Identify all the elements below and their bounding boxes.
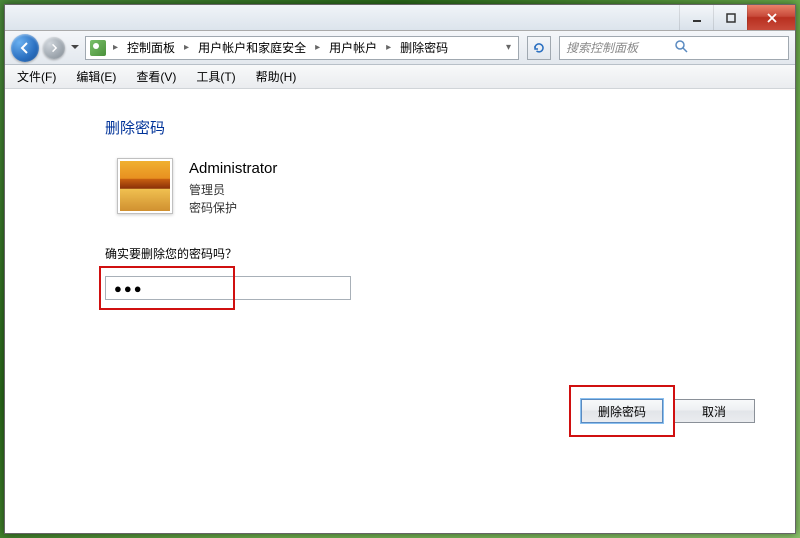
user-section: Administrator 管理员 密码保护	[117, 158, 755, 217]
nav-forward-button[interactable]	[43, 37, 65, 59]
user-password-status: 密码保护	[189, 199, 277, 217]
menubar: 文件(F) 编辑(E) 查看(V) 工具(T) 帮助(H)	[5, 65, 795, 89]
menu-file[interactable]: 文件(F)	[13, 66, 60, 87]
menu-edit[interactable]: 编辑(E)	[72, 66, 120, 87]
delete-password-button[interactable]: 删除密码	[581, 399, 663, 423]
titlebar	[5, 5, 795, 31]
menu-tools[interactable]: 工具(T)	[192, 66, 239, 87]
window-frame: ▸ 控制面板 ▸ 用户帐户和家庭安全 ▸ 用户帐户 ▸ 删除密码 ▾ 搜索控制面…	[4, 4, 796, 534]
search-icon	[674, 39, 782, 56]
button-row: 删除密码 取消	[581, 399, 755, 423]
user-role: 管理员	[189, 181, 277, 199]
minimize-button[interactable]	[679, 5, 713, 30]
maximize-button[interactable]	[713, 5, 747, 30]
page-title: 删除密码	[105, 117, 755, 138]
nav-back-button[interactable]	[11, 34, 39, 62]
prompt-text: 确实要删除您的密码吗？	[105, 245, 755, 262]
nav-history-dropdown[interactable]	[69, 35, 81, 61]
menu-help[interactable]: 帮助(H)	[252, 66, 301, 87]
menu-view[interactable]: 查看(V)	[132, 66, 180, 87]
address-dropdown-icon[interactable]: ▾	[503, 42, 514, 53]
breadcrumb-separator: ▸	[312, 42, 323, 53]
search-placeholder: 搜索控制面板	[566, 39, 674, 56]
control-panel-icon	[90, 40, 106, 56]
avatar	[117, 158, 173, 214]
content-area: 删除密码 Administrator 管理员 密码保护 确实要删除您的密码吗？ …	[5, 89, 795, 533]
navbar: ▸ 控制面板 ▸ 用户帐户和家庭安全 ▸ 用户帐户 ▸ 删除密码 ▾ 搜索控制面…	[5, 31, 795, 65]
user-info: Administrator 管理员 密码保护	[189, 158, 277, 217]
breadcrumb-control-panel[interactable]: 控制面板	[125, 39, 177, 56]
avatar-image	[120, 161, 170, 211]
breadcrumb-separator: ▸	[181, 42, 192, 53]
refresh-button[interactable]	[527, 36, 551, 60]
breadcrumb-separator: ▸	[110, 42, 121, 53]
user-name: Administrator	[189, 160, 277, 177]
breadcrumb-user-accounts[interactable]: 用户帐户	[327, 39, 379, 56]
address-bar[interactable]: ▸ 控制面板 ▸ 用户帐户和家庭安全 ▸ 用户帐户 ▸ 删除密码 ▾	[85, 36, 519, 60]
password-row	[105, 276, 755, 300]
breadcrumb-user-accounts-family[interactable]: 用户帐户和家庭安全	[196, 39, 308, 56]
close-button[interactable]	[747, 5, 795, 30]
window-controls	[679, 5, 795, 30]
password-input[interactable]	[105, 276, 351, 300]
breadcrumb-delete-password[interactable]: 删除密码	[398, 39, 450, 56]
search-box[interactable]: 搜索控制面板	[559, 36, 789, 60]
breadcrumb-separator: ▸	[383, 42, 394, 53]
cancel-button[interactable]: 取消	[673, 399, 755, 423]
